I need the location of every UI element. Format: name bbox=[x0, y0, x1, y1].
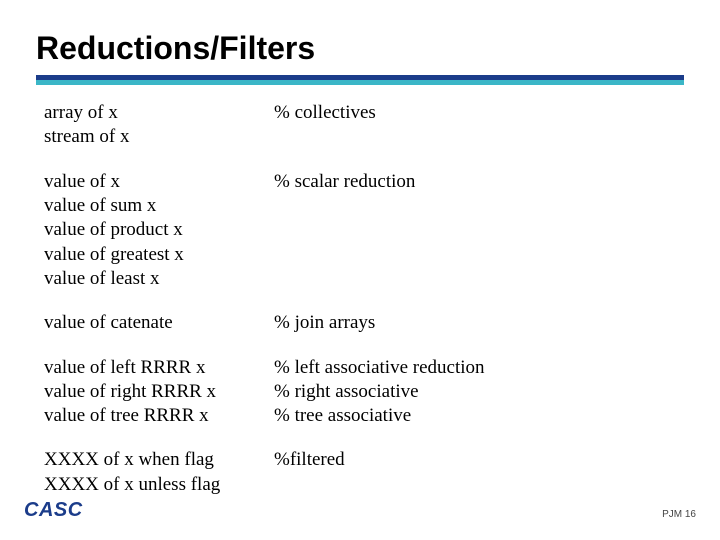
block: array of x stream of x % collectives bbox=[44, 101, 684, 150]
block: value of catenate % join arrays bbox=[44, 311, 684, 335]
block: value of x value of sum x value of produ… bbox=[44, 170, 684, 292]
block-left: XXXX of x when flag XXXX of x unless fla… bbox=[44, 448, 274, 497]
block-left: value of catenate bbox=[44, 311, 274, 335]
content: array of x stream of x % collectives val… bbox=[36, 101, 684, 497]
block: XXXX of x when flag XXXX of x unless fla… bbox=[44, 448, 684, 497]
slide: Reductions/Filters array of x stream of … bbox=[0, 0, 720, 540]
footer-logo: CASC bbox=[24, 499, 83, 522]
block: value of left RRRR x value of right RRRR… bbox=[44, 356, 684, 429]
block-left: array of x stream of x bbox=[44, 101, 274, 150]
title-rule bbox=[36, 75, 684, 87]
block-left: value of left RRRR x value of right RRRR… bbox=[44, 356, 274, 429]
block-right: % join arrays bbox=[274, 311, 684, 335]
block-left: value of x value of sum x value of produ… bbox=[44, 170, 274, 292]
block-right: % scalar reduction bbox=[274, 170, 684, 194]
rule-bar-bottom bbox=[36, 80, 684, 85]
page-title: Reductions/Filters bbox=[36, 30, 684, 67]
block-right: % left associative reduction % right ass… bbox=[274, 356, 684, 429]
block-right: % collectives bbox=[274, 101, 684, 125]
block-right: %filtered bbox=[274, 448, 684, 472]
footer-page: PJM 16 bbox=[662, 509, 696, 520]
